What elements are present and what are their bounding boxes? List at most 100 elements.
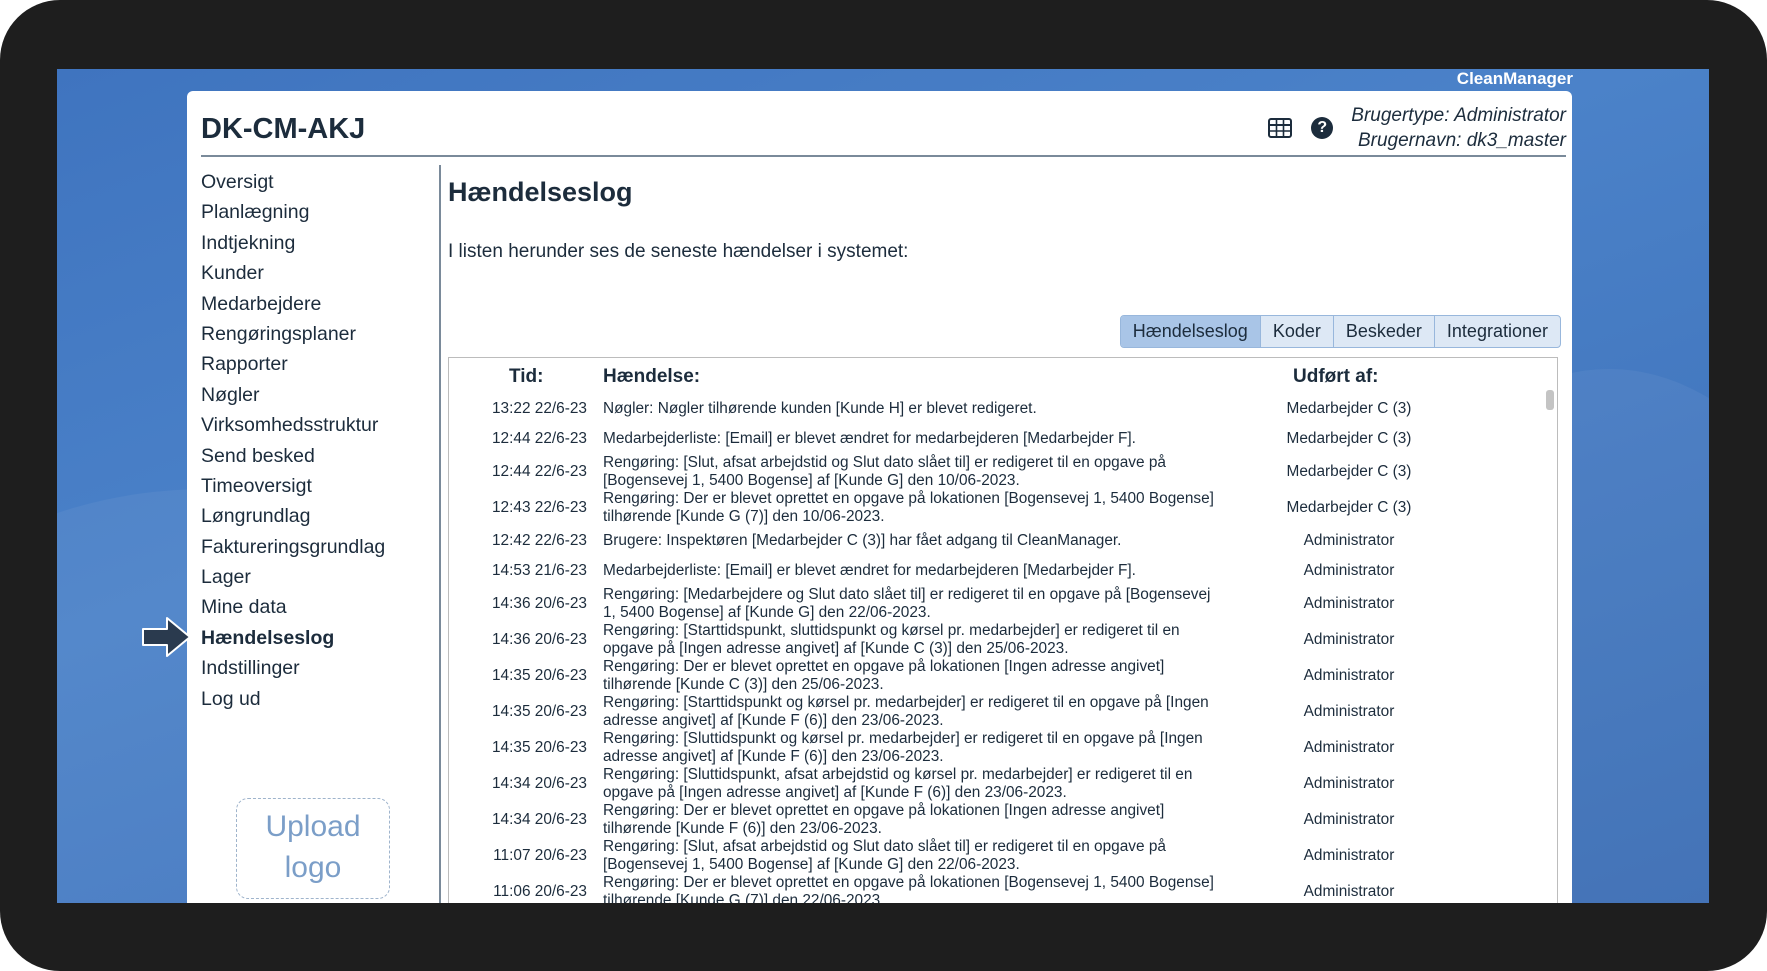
sidebar-item-mine-data[interactable]: Mine data	[201, 592, 441, 622]
tab-koder[interactable]: Koder	[1259, 316, 1333, 347]
page-intro: I listen herunder ses de seneste hændels…	[448, 241, 909, 262]
arrow-pointer-icon	[142, 617, 191, 657]
event-time: 14:34 20/6-23	[492, 811, 587, 828]
event-performed-by: Medarbejder C (3)	[1286, 499, 1412, 516]
sidebar-item-kunder[interactable]: Kunder	[201, 258, 441, 288]
upload-logo-button[interactable]: Upload logo	[236, 798, 390, 899]
event-description: Rengøring: [Sluttidspunkt, afsat arbejds…	[603, 766, 1193, 801]
header-right: ? Brugertype: Administrator Brugernavn: …	[1267, 103, 1566, 153]
event-description: Rengøring: [Medarbejdere og Slut dato sl…	[603, 586, 1211, 621]
event-description: Rengøring: [Starttidspunkt, sluttidspunk…	[603, 622, 1180, 657]
event-performed-by: Medarbejder C (3)	[1286, 430, 1412, 447]
event-time: 12:43 22/6-23	[492, 499, 587, 516]
sidebar-item-haendelseslog[interactable]: Hændelseslog	[201, 623, 441, 653]
event-performed-by: Administrator	[1303, 595, 1395, 612]
event-description: Rengøring: Der er blevet oprettet en opg…	[603, 874, 1214, 903]
sidebar-item-indtjekning[interactable]: Indtjekning	[201, 228, 441, 258]
sidebar-item-noegler[interactable]: Nøgler	[201, 380, 441, 410]
tab-haendelseslog[interactable]: Hændelseslog	[1120, 316, 1260, 347]
sidebar-item-faktureringsgrundlag[interactable]: Faktureringsgrundlag	[201, 532, 441, 562]
sidebar-item-rapporter[interactable]: Rapporter	[201, 349, 441, 379]
column-header-event: Hændelse:	[603, 366, 701, 387]
table-row: 14:36 20/6-23 Rengøring: [Starttidspunkt,…	[449, 622, 1557, 658]
grid-icon[interactable]	[1267, 115, 1293, 141]
event-performed-by: Administrator	[1303, 883, 1395, 900]
event-time: 13:22 22/6-23	[492, 400, 587, 417]
event-performed-by: Medarbejder C (3)	[1286, 463, 1412, 480]
scrollbar-thumb[interactable]	[1546, 390, 1554, 410]
sidebar-item-timeoversigt[interactable]: Timeoversigt	[201, 471, 441, 501]
table-row: 14:35 20/6-23 Rengøring: [Sluttidspunkt o…	[449, 730, 1557, 766]
table-row: 11:07 20/6-23 Rengøring: [Slut, afsat arb…	[449, 838, 1557, 874]
desktop-screen: CleanManager DK-CM-AKJ ? Brugertype: Adm…	[57, 69, 1709, 903]
table-row: 12:43 22/6-23 Rengøring: Der er blevet op…	[449, 490, 1557, 526]
table-row: 13:22 22/6-23 Nøgler: Nøgler tilhørende k…	[449, 394, 1557, 424]
event-time: 14:35 20/6-23	[492, 739, 587, 756]
table-row: 12:42 22/6-23 Brugere: Inspektøren [Medar…	[449, 526, 1557, 556]
event-performed-by: Administrator	[1303, 739, 1395, 756]
event-description: Medarbejderliste: [Email] er blevet ændr…	[603, 430, 1136, 447]
event-time: 14:35 20/6-23	[492, 667, 587, 684]
table-body: 13:22 22/6-23 Nøgler: Nøgler tilhørende k…	[449, 394, 1557, 903]
user-info: Brugertype: Administrator Brugernavn: dk…	[1351, 103, 1566, 153]
sidebar-divider	[439, 165, 441, 903]
table-row: 14:35 20/6-23 Rengøring: [Starttidspunkt …	[449, 694, 1557, 730]
event-performed-by: Administrator	[1303, 775, 1395, 792]
sidebar-item-planlaegning[interactable]: Planlægning	[201, 197, 441, 227]
event-time: 14:36 20/6-23	[492, 631, 587, 648]
tab-integrationer[interactable]: Integrationer	[1433, 316, 1560, 347]
sidebar-item-log-ud[interactable]: Log ud	[201, 684, 441, 714]
event-description: Medarbejderliste: [Email] er blevet ændr…	[603, 562, 1136, 579]
tab-bar: Hændelseslog Koder Beskeder Integrationer	[1119, 315, 1561, 348]
table-row: 12:44 22/6-23 Rengøring: [Slut, afsat arb…	[449, 454, 1557, 490]
main-content: Hændelseslog I listen herunder ses de se…	[448, 167, 1566, 903]
event-time: 14:35 20/6-23	[492, 703, 587, 720]
event-description: Rengøring: [Slut, afsat arbejdstid og Sl…	[603, 454, 1166, 489]
event-performed-by: Administrator	[1303, 562, 1395, 579]
event-time: 14:36 20/6-23	[492, 595, 587, 612]
event-performed-by: Administrator	[1303, 811, 1395, 828]
event-description: Rengøring: [Starttidspunkt og kørsel pr.…	[603, 694, 1209, 729]
table-row: 12:44 22/6-23 Medarbejderliste: [Email] e…	[449, 424, 1557, 454]
column-header-by: Udført af:	[1293, 366, 1379, 387]
user-type: Brugertype: Administrator	[1351, 105, 1566, 126]
sidebar-item-rengoeringsplaner[interactable]: Rengøringsplaner	[201, 319, 441, 349]
event-description: Rengøring: Der er blevet oprettet en opg…	[603, 802, 1165, 837]
event-time: 11:07 20/6-23	[493, 847, 587, 864]
table-row: 14:35 20/6-23 Rengøring: Der er blevet op…	[449, 658, 1557, 694]
event-time: 11:06 20/6-23	[493, 883, 587, 900]
event-description: Rengøring: [Slut, afsat arbejdstid og Sl…	[603, 838, 1166, 873]
event-performed-by: Administrator	[1303, 847, 1395, 864]
event-time: 12:44 22/6-23	[492, 463, 587, 480]
user-name: Brugernavn: dk3_master	[1357, 130, 1566, 151]
event-performed-by: Administrator	[1303, 631, 1395, 648]
event-description: Rengøring: Der er blevet oprettet en opg…	[603, 658, 1165, 693]
tab-beskeder[interactable]: Beskeder	[1332, 316, 1434, 347]
event-time: 14:53 21/6-23	[492, 562, 587, 579]
brand-label: CleanManager	[1456, 69, 1573, 88]
sidebar-item-lager[interactable]: Lager	[201, 562, 441, 592]
page-title: Hændelseslog	[448, 177, 633, 207]
sidebar-item-virksomhedsstruktur[interactable]: Virksomhedsstruktur	[201, 410, 441, 440]
event-performed-by: Medarbejder C (3)	[1286, 400, 1412, 417]
event-performed-by: Administrator	[1303, 532, 1395, 549]
app-window: DK-CM-AKJ ? Brugertype: Administrator Br…	[187, 91, 1572, 903]
sidebar-item-send-besked[interactable]: Send besked	[201, 441, 441, 471]
event-time: 12:42 22/6-23	[492, 532, 587, 549]
event-description: Rengøring: Der er blevet oprettet en opg…	[603, 490, 1214, 525]
event-time: 12:44 22/6-23	[492, 430, 587, 447]
help-icon[interactable]: ?	[1309, 115, 1335, 141]
event-description: Nøgler: Nøgler tilhørende kunden [Kunde …	[603, 400, 1037, 417]
table-header: Tid: Hændelse: Udført af:	[449, 358, 1557, 394]
event-description: Rengøring: [Sluttidspunkt og kørsel pr. …	[603, 730, 1203, 765]
sidebar-item-indstillinger[interactable]: Indstillinger	[201, 653, 441, 683]
device-frame: CleanManager DK-CM-AKJ ? Brugertype: Adm…	[0, 0, 1767, 971]
event-log-table[interactable]: Tid: Hændelse: Udført af: 13:22 22/6-23 N…	[448, 357, 1558, 903]
table-row: 14:34 20/6-23 Rengøring: Der er blevet op…	[449, 802, 1557, 838]
event-description: Brugere: Inspektøren [Medarbejder C (3)]…	[603, 532, 1122, 549]
table-row: 14:34 20/6-23 Rengøring: [Sluttidspunkt, …	[449, 766, 1557, 802]
sidebar-item-oversigt[interactable]: Oversigt	[201, 167, 441, 197]
table-row: 14:36 20/6-23 Rengøring: [Medarbejdere og…	[449, 586, 1557, 622]
sidebar-item-loengrundlag[interactable]: Løngrundlag	[201, 501, 441, 531]
sidebar-item-medarbejdere[interactable]: Medarbejdere	[201, 289, 441, 319]
